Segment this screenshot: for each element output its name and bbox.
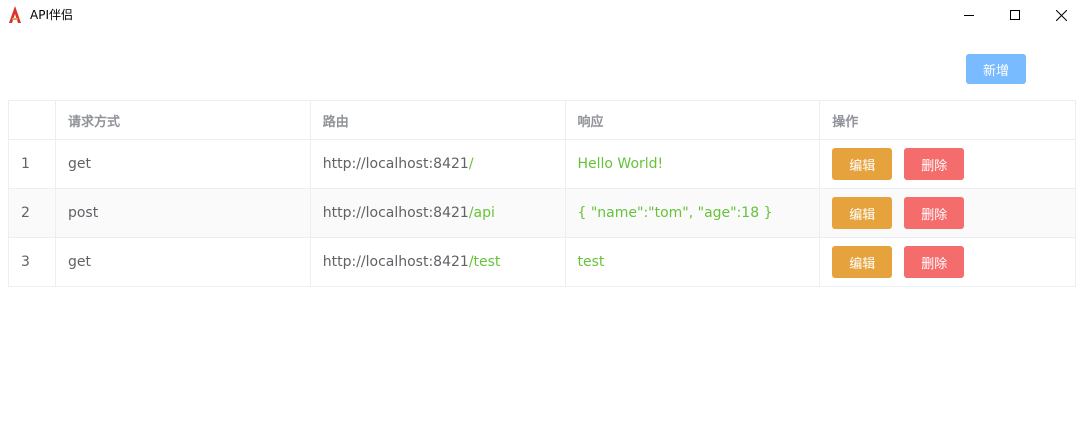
row-index: 2 (9, 189, 56, 237)
table-row: 3 get http://localhost:8421/test test 编辑… (9, 238, 1077, 287)
edit-button[interactable]: 编辑 (832, 246, 893, 278)
header-method: 请求方式 (56, 101, 311, 139)
route-path: /api (468, 205, 495, 221)
route-path: / (468, 156, 474, 172)
close-button[interactable] (1038, 0, 1084, 30)
route-base: http://localhost:8421 (322, 254, 469, 270)
delete-button[interactable]: 删除 (904, 148, 965, 180)
row-method: get (56, 140, 311, 188)
row-route: http://localhost:8421/ (311, 140, 566, 188)
row-actions: 编辑 删除 (820, 140, 1077, 188)
delete-button[interactable]: 删除 (904, 246, 965, 278)
maximize-button[interactable] (992, 0, 1038, 30)
minimize-button[interactable] (946, 0, 992, 30)
delete-button[interactable]: 删除 (904, 197, 965, 229)
row-response: Hello World! (566, 140, 821, 188)
row-route: http://localhost:8421/api (311, 189, 566, 237)
row-method: get (56, 238, 311, 286)
row-method: post (56, 189, 311, 237)
table-header-row: 请求方式 路由 响应 操作 (9, 101, 1077, 140)
add-button[interactable]: 新增 (966, 54, 1026, 84)
maximize-icon (1010, 10, 1020, 20)
minimize-icon (964, 15, 974, 16)
route-path: /test (468, 254, 501, 270)
row-actions: 编辑 删除 (820, 238, 1077, 286)
app-logo-icon (9, 6, 21, 23)
route-base: http://localhost:8421 (322, 156, 469, 172)
close-icon (1055, 9, 1067, 21)
window-title: API伴侣 (30, 8, 73, 22)
row-actions: 编辑 删除 (820, 189, 1077, 237)
row-response: { "name":"tom", "age":18 } (566, 189, 821, 237)
row-index: 1 (9, 140, 56, 188)
row-index: 3 (9, 238, 56, 286)
title-bar: API伴侣 (0, 0, 1084, 30)
route-base: http://localhost:8421 (322, 205, 469, 221)
table-row: 2 post http://localhost:8421/api { "name… (9, 189, 1077, 238)
header-route: 路由 (311, 101, 566, 139)
edit-button[interactable]: 编辑 (832, 148, 893, 180)
table-row: 1 get http://localhost:8421/ Hello World… (9, 140, 1077, 189)
header-index (9, 101, 56, 139)
row-response: test (566, 238, 821, 286)
row-route: http://localhost:8421/test (311, 238, 566, 286)
header-response: 响应 (566, 101, 821, 139)
header-actions: 操作 (820, 101, 1077, 139)
edit-button[interactable]: 编辑 (832, 197, 893, 229)
api-table: 请求方式 路由 响应 操作 1 get http://localhost:842… (8, 100, 1077, 287)
